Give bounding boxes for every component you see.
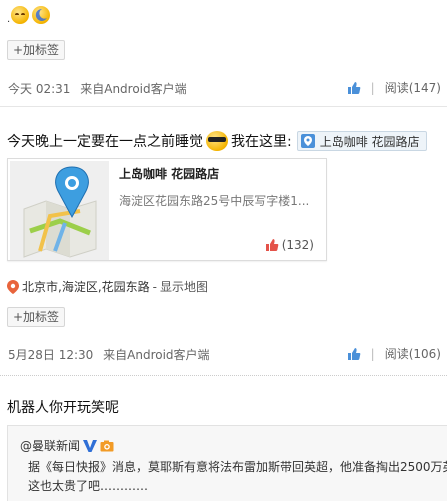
post-time: 今天 02:31 — [8, 82, 71, 96]
post-source[interactable]: 来自Android客户端 — [103, 348, 209, 362]
red-thumbs-up-icon — [265, 239, 279, 251]
location-pin-icon — [300, 134, 315, 148]
post1-emoji-row: . — [7, 6, 50, 25]
card-address: 海淀区花园东路25号中辰写字楼1... — [119, 194, 310, 208]
repost-author-name[interactable]: @曼联新闻 — [20, 437, 80, 454]
add-tag-button[interactable]: +加标签 — [7, 307, 66, 327]
thumbs-up-icon[interactable] — [347, 347, 361, 361]
repost-author: @曼联新闻 — [20, 437, 114, 454]
separator: | — [370, 80, 375, 95]
dot-mark: . — [7, 14, 11, 25]
post-divider — [0, 106, 447, 107]
read-count[interactable]: 阅读(106) — [385, 345, 441, 362]
camera-icon — [100, 440, 114, 451]
location-dash: - — [152, 279, 157, 294]
show-map-link[interactable]: 显示地图 — [160, 278, 208, 295]
card-title: 上岛咖啡 花园路店 — [119, 167, 220, 181]
add-tag-button[interactable]: +加标签 — [7, 40, 66, 60]
sleepy-emoji-icon — [11, 6, 29, 24]
card-likes-count: (132) — [281, 238, 314, 252]
read-count[interactable]: 阅读(147) — [385, 79, 441, 96]
location-text: 北京市,海淀区,花园东路 — [22, 280, 150, 294]
verified-v-icon — [83, 439, 98, 452]
post1-actions: | 阅读(147) — [347, 79, 441, 96]
moon-emoji-icon — [32, 6, 50, 24]
map-thumbnail — [10, 161, 109, 260]
post-time: 5月28日 12:30 — [8, 348, 94, 362]
repost-text-line-1: 据《每日快报》消息，莫耶斯有意将法布雷加斯带回英超，他准备掏出2500万英 — [28, 460, 447, 474]
post-divider — [0, 375, 447, 376]
post2-text-after: 我在这里: — [231, 134, 292, 150]
location-chip[interactable]: 上岛咖啡 花园路店 — [296, 131, 427, 151]
separator: | — [370, 346, 375, 361]
card-likes[interactable]: (132) — [265, 238, 314, 252]
post2-text: 今天晚上一定要在一点之前睡觉 我在这里: 上岛咖啡 花园路店 — [7, 131, 427, 151]
location-card[interactable]: 上岛咖啡 花园路店 海淀区花园东路25号中辰写字楼1... (132) — [7, 158, 327, 261]
cool-emoji-icon — [206, 131, 228, 151]
post-source[interactable]: 来自Android客户端 — [80, 82, 186, 96]
post1-meta: 今天 02:31 来自Android客户端 — [8, 80, 187, 97]
thumbs-up-icon[interactable] — [347, 81, 361, 95]
repost-text-line-2: 这也太贵了吧………… — [28, 479, 149, 493]
folded-map-icon — [10, 161, 109, 260]
location-line: 北京市,海淀区,花园东路 - 显示地图 — [7, 278, 208, 295]
post3-text: 机器人你开玩笑呢 — [7, 400, 119, 416]
location-chip-label: 上岛咖啡 花园路店 — [319, 134, 420, 149]
post2-text-before: 今天晚上一定要在一点之前睡觉 — [7, 134, 203, 150]
map-pin-icon — [7, 279, 19, 294]
post2-meta: 5月28日 12:30 来自Android客户端 — [8, 346, 210, 363]
post2-actions: | 阅读(106) — [347, 345, 441, 362]
